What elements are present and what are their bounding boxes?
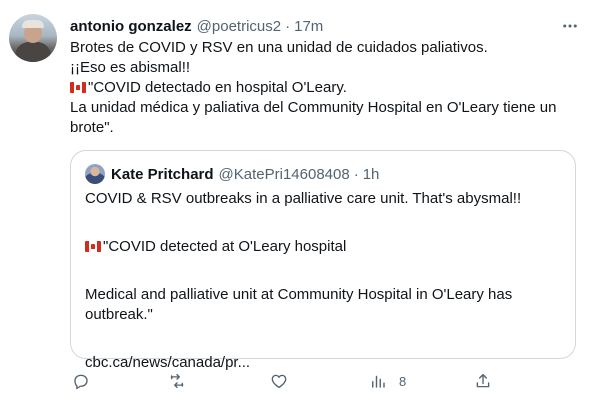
heart-icon [271, 374, 287, 389]
reply-button[interactable] [72, 370, 90, 392]
separator-dot: · [285, 17, 291, 35]
tweet-header: antonio gonzalez @poetricus2 · 17m [70, 16, 323, 36]
analytics-button[interactable]: 8 [369, 370, 406, 392]
tweet-line: ¡¡Eso es abismal!! [70, 59, 191, 76]
canada-flag-icon [85, 241, 101, 252]
tweet-line: Brotes de COVID y RSV en una unidad de c… [70, 39, 488, 56]
tweet-line: "COVID detectado en hospital O'Leary. [88, 79, 347, 96]
share-icon [476, 373, 490, 388]
tweet-actions: 8 [62, 370, 502, 392]
separator-dot: · [353, 165, 359, 183]
author-avatar[interactable] [9, 14, 57, 62]
tweet-line: brote". [70, 119, 114, 136]
quoted-line: outbreak." [85, 306, 153, 323]
quoted-tweet[interactable]: Kate Pritchard @KatePri14608408 · 1h COV… [70, 150, 576, 371]
retweet-icon [170, 373, 184, 389]
tweet-time[interactable]: 17m [294, 18, 323, 35]
analytics-icon [372, 375, 385, 388]
quoted-line-with-flag: "COVID detected at O'Leary hospital [85, 237, 565, 257]
tweet-line-with-flag: "COVID detectado en hospital O'Leary. [70, 78, 575, 98]
more-dots-icon[interactable] [560, 16, 580, 36]
canada-flag-icon [70, 82, 86, 93]
tweet-text: Brotes de COVID y RSV en una unidad de c… [70, 38, 575, 138]
quoted-author-avatar [85, 164, 105, 184]
author-name[interactable]: antonio gonzalez [70, 18, 192, 35]
author-handle[interactable]: @poetricus2 [197, 18, 281, 35]
quoted-tweet-header: Kate Pritchard @KatePri14608408 · 1h [85, 164, 379, 184]
quoted-line: "COVID detected at O'Leary hospital [103, 238, 347, 255]
quoted-line: Medical and palliative unit at Community… [85, 286, 513, 303]
reply-icon [74, 374, 88, 390]
share-button[interactable] [474, 370, 492, 392]
quoted-author-name: Kate Pritchard [111, 165, 214, 183]
like-button[interactable] [270, 370, 288, 392]
quoted-author-handle: @KatePri14608408 [218, 165, 350, 183]
tweet-line: La unidad médica y paliativa del Communi… [70, 99, 557, 116]
quoted-tweet-text: COVID & RSV outbreaks in a palliative ca… [85, 189, 565, 373]
views-count: 8 [399, 373, 407, 389]
retweet-button[interactable] [168, 370, 186, 392]
quoted-tweet-time: 1h [362, 165, 380, 183]
quoted-line: COVID & RSV outbreaks in a palliative ca… [85, 190, 522, 207]
tweet[interactable]: antonio gonzalez @poetricus2 · 17m Brote… [0, 0, 590, 410]
